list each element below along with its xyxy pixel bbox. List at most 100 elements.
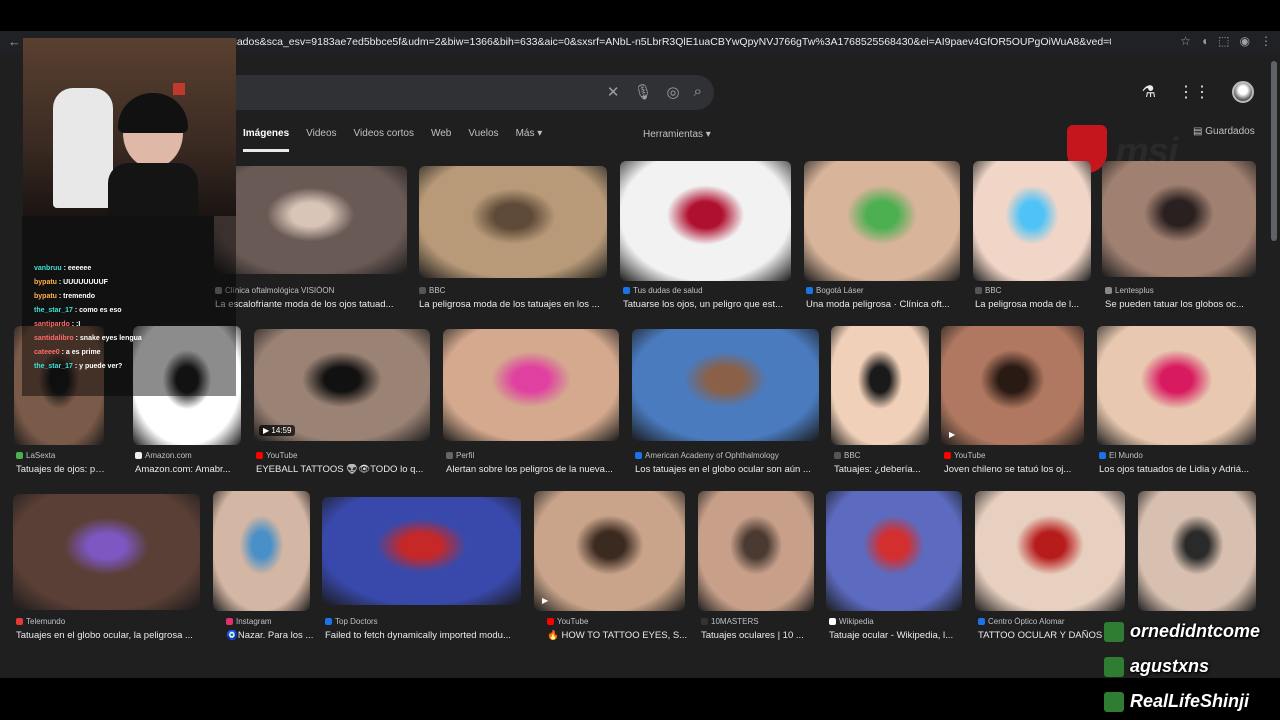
clear-icon[interactable]: ✕: [607, 83, 620, 101]
result-title[interactable]: La peligrosa moda de los tatuajes en los…: [419, 299, 607, 310]
result-thumbnail[interactable]: [1138, 491, 1256, 611]
lens-camera-icon[interactable]: ◎: [667, 83, 680, 101]
result-title[interactable]: Failed to fetch dynamically imported mod…: [325, 630, 524, 641]
tools-button[interactable]: Herramientas ▾: [643, 129, 711, 140]
result-source[interactable]: Perfil: [446, 451, 622, 460]
result-thumbnail[interactable]: [698, 491, 814, 611]
result-source-label: BBC: [429, 286, 446, 295]
result-title[interactable]: Tatuajes oculares | 10 ...: [701, 630, 817, 641]
result-thumbnail[interactable]: ▶: [941, 326, 1084, 445]
result-source[interactable]: BBC: [975, 286, 1093, 295]
site-favicon-icon: [623, 287, 630, 295]
result-title[interactable]: Tatuajes: ¿debería...: [834, 464, 932, 475]
tab-videos[interactable]: Videos: [306, 128, 336, 152]
result-source[interactable]: El Mundo: [1099, 451, 1258, 460]
result-source[interactable]: 10MASTERS: [701, 617, 817, 626]
result-title[interactable]: 🧿Nazar. Para los ...: [226, 630, 323, 641]
site-favicon-icon: [978, 618, 985, 626]
result-thumbnail[interactable]: [214, 166, 407, 274]
saved-button[interactable]: ▤ Guardados: [1193, 126, 1255, 137]
result-title[interactable]: Los tatuajes en el globo ocular son aún …: [635, 464, 822, 475]
tab-flights[interactable]: Vuelos: [468, 128, 498, 152]
extension-icon[interactable]: ⬚: [1218, 34, 1229, 48]
result-thumbnail[interactable]: [1102, 161, 1256, 277]
menu-icon[interactable]: ⋮: [1260, 34, 1272, 48]
result-thumbnail[interactable]: [1097, 326, 1256, 445]
result-thumbnail[interactable]: [975, 491, 1125, 611]
result-title[interactable]: EYEBALL TATTOOS 👽👁TODO lo q...: [256, 464, 432, 475]
result-source-label: Wikipedia: [839, 617, 874, 626]
result-title[interactable]: Alertan sobre los peligros de la nueva..…: [446, 464, 622, 475]
result-title[interactable]: Tatuaje ocular - Wikipedia, l...: [829, 630, 965, 641]
result-source[interactable]: Top Doctors: [325, 617, 524, 626]
labs-flask-icon[interactable]: ⚗: [1142, 82, 1156, 102]
result-source[interactable]: BBC: [834, 451, 932, 460]
result-source-label: YouTube: [954, 451, 986, 460]
result-source[interactable]: Telemundo: [16, 617, 203, 626]
result-title[interactable]: La escalofriante moda de los ojos tatuad…: [215, 299, 408, 310]
site-favicon-icon: [829, 618, 836, 626]
result-thumbnail[interactable]: [826, 491, 962, 611]
result-thumbnail[interactable]: ▶: [534, 491, 685, 611]
back-arrow-icon[interactable]: ←: [8, 34, 21, 49]
result-source-label: Centro Óptico Alomar: [988, 617, 1065, 626]
result-source[interactable]: Lentesplus: [1105, 286, 1259, 295]
result-thumbnail[interactable]: [804, 161, 960, 281]
site-favicon-icon: [547, 618, 554, 626]
chat-message: bypatu : UUUUUUUUF: [34, 279, 108, 286]
result-source[interactable]: BBC: [419, 286, 607, 295]
result-thumbnail[interactable]: ▶ 14:59: [254, 329, 430, 441]
result-title[interactable]: La peligrosa moda de l...: [975, 299, 1093, 310]
result-thumbnail[interactable]: [322, 497, 521, 605]
microphone-icon[interactable]: 🎙: [633, 83, 652, 101]
result-thumbnail[interactable]: [632, 329, 819, 441]
result-source-label: American Academy of Ophthalmology: [645, 451, 779, 460]
result-source[interactable]: Instagram: [226, 617, 323, 626]
chat-text: : snake eyes lengua: [75, 335, 142, 342]
tab-more[interactable]: Más ▾: [516, 128, 543, 152]
result-source[interactable]: Amazon.com: [135, 451, 243, 460]
site-favicon-icon: [635, 452, 642, 460]
tab-web[interactable]: Web: [431, 128, 451, 152]
result-title[interactable]: Amazon.com: Amabr...: [135, 464, 243, 475]
apps-grid-icon[interactable]: ⋮⋮: [1178, 82, 1210, 102]
result-source[interactable]: YouTube: [256, 451, 432, 460]
result-source[interactable]: American Academy of Ophthalmology: [635, 451, 822, 460]
result-thumbnail[interactable]: [443, 329, 619, 441]
result-thumbnail[interactable]: [213, 491, 310, 611]
result-source[interactable]: YouTube: [547, 617, 698, 626]
result-title[interactable]: Tatuajes en el globo ocular, la peligros…: [16, 630, 203, 641]
result-source[interactable]: Bogotá Láser: [806, 286, 962, 295]
video-duration: ▶ 14:59: [259, 425, 296, 436]
result-title[interactable]: Joven chileno se tatuó los oj...: [944, 464, 1087, 475]
result-source[interactable]: Clínica oftalmológica VISIÓON: [215, 286, 408, 295]
search-input[interactable]: ✕ 🎙 ◎ ⌕: [230, 75, 714, 110]
result-thumbnail[interactable]: [13, 494, 200, 610]
result-title[interactable]: Tatuajes de ojos: por...: [16, 464, 106, 475]
address-bar[interactable]: uados&sca_esv=9183ae7ed5bbce5f&udm=2&biw…: [231, 36, 1111, 48]
result-source-label: Clínica oftalmológica VISIÓON: [225, 286, 335, 295]
search-icon[interactable]: ⌕: [694, 83, 702, 101]
result-thumbnail[interactable]: [419, 166, 607, 278]
result-title[interactable]: Se pueden tatuar los globos oc...: [1105, 299, 1259, 310]
result-thumbnail[interactable]: [620, 161, 791, 281]
avatar[interactable]: [1232, 81, 1254, 103]
volume-icon[interactable]: ◖: [1201, 34, 1208, 48]
follower-name: agustxns: [1130, 656, 1210, 676]
result-thumbnail[interactable]: [973, 161, 1091, 281]
profile-icon[interactable]: ◉: [1240, 34, 1250, 48]
result-thumbnail[interactable]: [831, 326, 929, 445]
scrollbar[interactable]: [1271, 61, 1277, 241]
result-source[interactable]: Wikipedia: [829, 617, 965, 626]
result-title[interactable]: Tatuarse los ojos, un peligro que est...: [623, 299, 794, 310]
result-title[interactable]: Los ojos tatuados de Lidia y Adriá...: [1099, 464, 1258, 475]
tab-short-videos[interactable]: Videos cortos: [354, 128, 414, 152]
result-source[interactable]: YouTube: [944, 451, 1087, 460]
result-title[interactable]: Una moda peligrosa · Clínica oft...: [806, 299, 962, 310]
result-source[interactable]: LaSexta: [16, 451, 106, 460]
result-source-label: Amazon.com: [145, 451, 192, 460]
result-title[interactable]: 🔥 HOW TO TATTOO EYES, S...: [547, 630, 698, 641]
star-icon[interactable]: ☆: [1180, 34, 1191, 48]
tab-images[interactable]: Imágenes: [243, 128, 290, 152]
result-source[interactable]: Tus dudas de salud: [623, 286, 794, 295]
